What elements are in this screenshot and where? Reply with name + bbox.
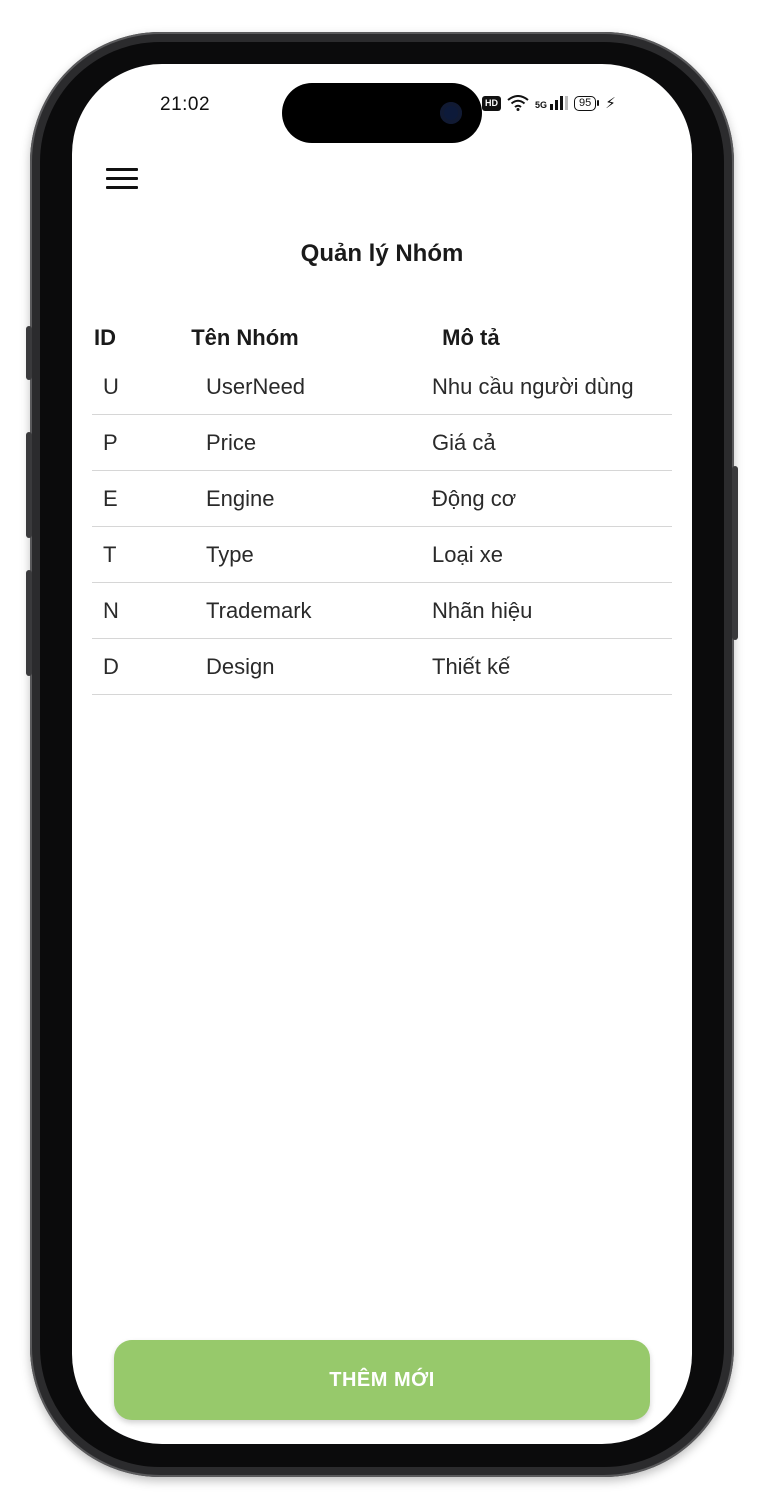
cell-name: Type — [206, 542, 254, 567]
cell-id: U — [103, 374, 119, 399]
group-table: ID Tên Nhóm Mô tả U UserNeed Nhu cầu ngư… — [92, 320, 672, 695]
cell-description: Nhãn hiệu — [432, 598, 533, 623]
battery-icon: 95 — [574, 95, 600, 111]
cell-description: Loại xe — [432, 542, 503, 567]
cell-description: Nhu cầu người dùng — [432, 374, 634, 399]
column-header-description: Mô tả — [442, 325, 500, 350]
cell-description: Thiết kế — [432, 654, 511, 679]
status-icons: HD 5G 95 ⚡ — [482, 94, 616, 112]
side-button-volume-down — [26, 570, 32, 676]
cell-description: Động cơ — [432, 486, 517, 511]
cell-name: Design — [206, 654, 275, 679]
side-button-power — [732, 466, 738, 640]
add-new-button[interactable]: THÊM MỚI — [114, 1340, 650, 1420]
table-row[interactable]: N Trademark Nhãn hiệu — [92, 583, 672, 639]
table-header: ID Tên Nhóm Mô tả — [92, 320, 672, 356]
column-header-name: Tên Nhóm — [191, 325, 299, 350]
column-header-id: ID — [94, 325, 116, 350]
page-title: Quản lý Nhóm — [300, 240, 464, 267]
front-camera — [440, 102, 462, 124]
side-button-volume-up — [26, 432, 32, 538]
cell-name: Engine — [206, 486, 275, 511]
cell-id: E — [103, 486, 118, 511]
table-row[interactable]: D Design Thiết kế — [92, 639, 672, 695]
cell-id: N — [103, 598, 119, 623]
charging-icon: ⚡ — [605, 95, 616, 112]
cell-name: Trademark — [206, 598, 312, 623]
dynamic-island — [282, 83, 482, 143]
cell-name: Price — [206, 430, 257, 455]
cell-description: Giá cả — [432, 430, 496, 455]
table-row[interactable]: U UserNeed Nhu cầu người dùng — [92, 356, 672, 415]
hamburger-menu-icon[interactable] — [106, 168, 138, 194]
table-row[interactable]: T Type Loại xe — [92, 527, 672, 583]
signal-icon: 5G — [535, 96, 569, 110]
network-label: 5G — [535, 100, 548, 110]
app-screen: 21:02 HD 5G 95 ⚡ Quản lý Nhóm ID Tên Nhó… — [72, 64, 692, 1444]
side-button-left-top — [26, 326, 32, 380]
cell-id: P — [103, 430, 118, 455]
hd-icon: HD — [482, 95, 501, 111]
status-time: 21:02 — [160, 94, 211, 115]
cell-id: D — [103, 654, 119, 679]
wifi-icon — [507, 95, 529, 111]
device-mockup: 21:02 HD 5G 95 ⚡ Quản lý Nhóm ID Tên Nhó… — [0, 0, 765, 1508]
table-row[interactable]: P Price Giá cả — [92, 415, 672, 471]
cell-id: T — [103, 542, 117, 567]
table-row[interactable]: E Engine Động cơ — [92, 471, 672, 527]
battery-level: 95 — [574, 95, 597, 111]
cell-name: UserNeed — [206, 374, 306, 399]
